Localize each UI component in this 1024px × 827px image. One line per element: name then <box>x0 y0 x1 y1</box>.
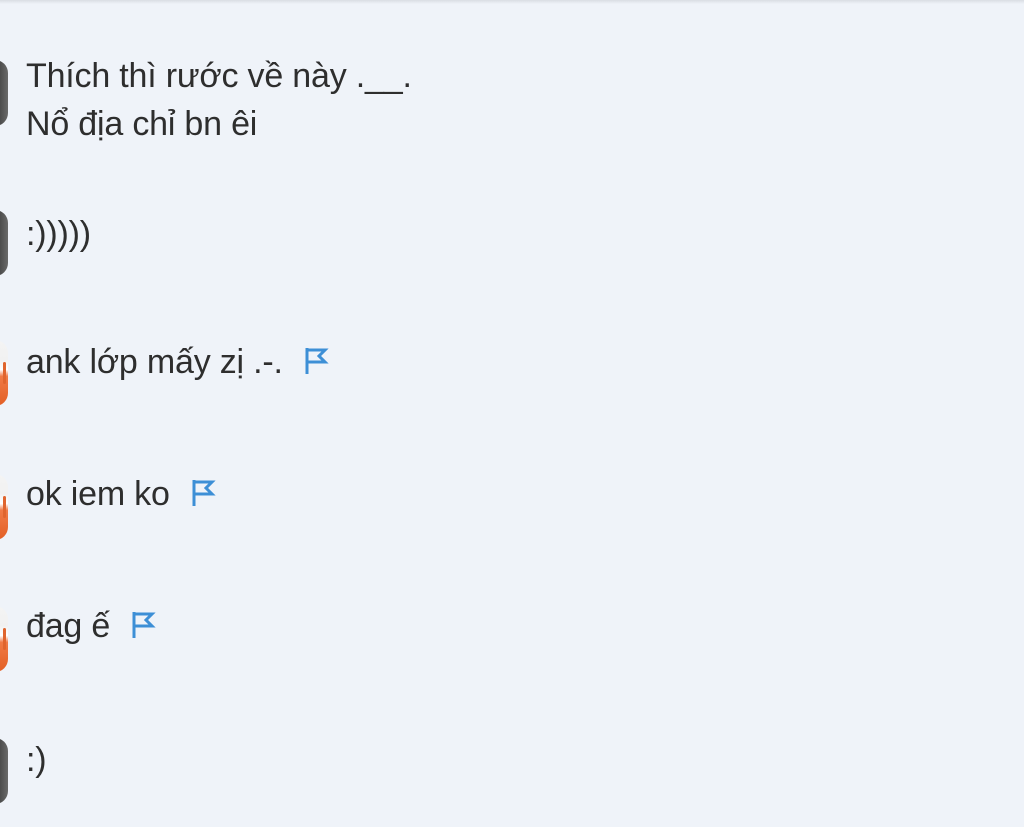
comment-line: :))))) <box>26 215 91 253</box>
comment-text: đag ế <box>26 602 158 650</box>
comment-line: :) <box>26 741 47 779</box>
flag-icon[interactable] <box>130 610 158 640</box>
comment-text: ank lớp mấy zị .-. <box>26 338 331 386</box>
comment-text: ok iem ko <box>26 470 218 518</box>
user-avatar[interactable] <box>0 60 8 126</box>
user-avatar[interactable] <box>0 474 8 540</box>
user-avatar[interactable] <box>0 340 8 406</box>
comment-line: đag ế <box>26 607 111 645</box>
comment-line: Thích thì rước về này .__. <box>26 57 412 95</box>
comment-line: ank lớp mấy zị .-. <box>26 343 283 381</box>
top-shadow <box>0 0 1024 4</box>
user-avatar[interactable] <box>0 606 8 672</box>
comment-line: Nổ địa chỉ bn êi <box>26 105 258 143</box>
comment-line: ok iem ko <box>26 475 170 513</box>
flag-icon[interactable] <box>303 346 331 376</box>
comment-text: Thích thì rước về này .__. Nổ địa chỉ bn… <box>26 52 412 148</box>
comment-text: :) <box>26 736 47 784</box>
comment-text: :))))) <box>26 210 91 258</box>
flag-icon[interactable] <box>190 478 218 508</box>
user-avatar[interactable] <box>0 210 8 276</box>
user-avatar[interactable] <box>0 738 8 804</box>
